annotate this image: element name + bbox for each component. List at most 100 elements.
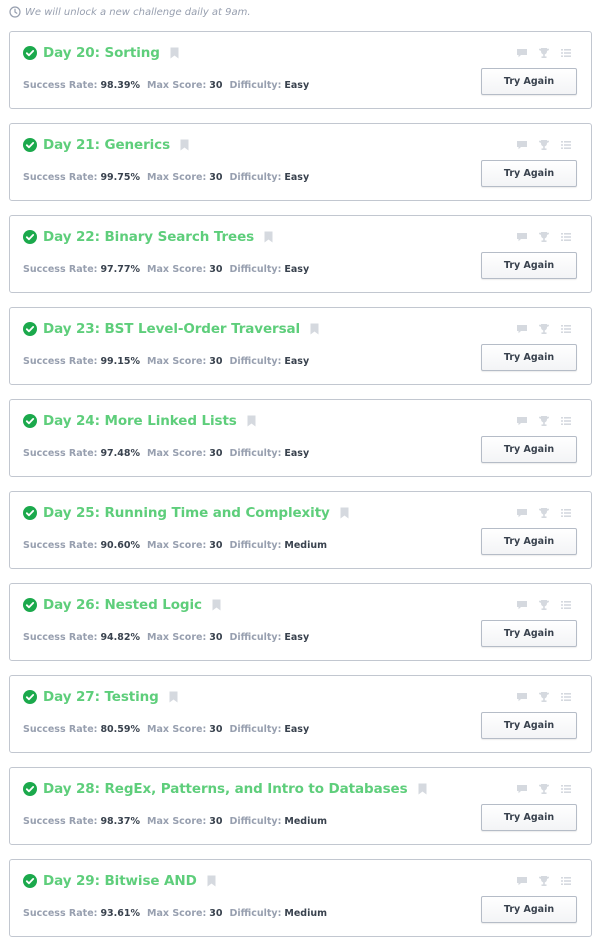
discussion-icon[interactable] <box>516 691 528 703</box>
list-icon[interactable] <box>560 691 572 703</box>
challenge-stats: Success Rate: 98.39% Max Score: 30 Diffi… <box>23 78 316 92</box>
try-again-button[interactable]: Try Again <box>481 436 577 463</box>
bookmark-icon[interactable] <box>169 691 178 703</box>
max-score-label: Max Score: <box>147 723 207 735</box>
trophy-icon[interactable] <box>538 231 550 243</box>
try-again-button[interactable]: Try Again <box>481 68 577 95</box>
challenge-title[interactable]: Day 25: Running Time and Complexity <box>43 505 330 521</box>
difficulty-value: Easy <box>284 79 310 91</box>
success-rate-value: 90.60% <box>100 539 141 551</box>
clock-icon <box>9 6 21 18</box>
discussion-icon[interactable] <box>516 47 528 59</box>
challenge-stats: Success Rate: 99.75% Max Score: 30 Diffi… <box>23 170 316 184</box>
discussion-icon[interactable] <box>516 599 528 611</box>
success-rate-label: Success Rate: <box>23 263 98 275</box>
try-again-button[interactable]: Try Again <box>481 804 577 831</box>
success-rate-value: 80.59% <box>100 723 141 735</box>
challenge-actions <box>516 139 572 151</box>
trophy-icon[interactable] <box>538 139 550 151</box>
challenge-title[interactable]: Day 20: Sorting <box>43 45 160 61</box>
discussion-icon[interactable] <box>516 323 528 335</box>
max-score-value: 30 <box>209 171 223 183</box>
discussion-icon[interactable] <box>516 507 528 519</box>
bookmark-icon[interactable] <box>207 875 216 887</box>
max-score-value: 30 <box>209 631 223 643</box>
bookmark-icon[interactable] <box>247 415 256 427</box>
list-icon[interactable] <box>560 139 572 151</box>
success-rate-value: 98.37% <box>100 815 141 827</box>
discussion-icon[interactable] <box>516 139 528 151</box>
list-icon[interactable] <box>560 875 572 887</box>
difficulty-label: Difficulty: <box>229 815 282 827</box>
list-icon[interactable] <box>560 231 572 243</box>
trophy-icon[interactable] <box>538 599 550 611</box>
max-score-label: Max Score: <box>147 263 207 275</box>
challenge-title-row: Day 20: Sorting <box>23 44 179 62</box>
list-icon[interactable] <box>560 783 572 795</box>
bookmark-icon[interactable] <box>418 783 427 795</box>
difficulty-label: Difficulty: <box>229 355 282 367</box>
discussion-icon[interactable] <box>516 415 528 427</box>
challenge-title[interactable]: Day 21: Generics <box>43 137 170 153</box>
bookmark-icon[interactable] <box>340 507 349 519</box>
difficulty-value: Easy <box>284 171 310 183</box>
solved-check-icon <box>23 874 37 888</box>
discussion-icon[interactable] <box>516 875 528 887</box>
trophy-icon[interactable] <box>538 415 550 427</box>
difficulty-value: Easy <box>284 263 310 275</box>
success-rate-value: 97.48% <box>100 447 141 459</box>
max-score-label: Max Score: <box>147 907 207 919</box>
bookmark-icon[interactable] <box>310 323 319 335</box>
challenge-title[interactable]: Day 28: RegEx, Patterns, and Intro to Da… <box>43 781 408 797</box>
try-again-button[interactable]: Try Again <box>481 528 577 555</box>
challenge-stats: Success Rate: 99.15% Max Score: 30 Diffi… <box>23 354 316 368</box>
bookmark-icon[interactable] <box>180 139 189 151</box>
trophy-icon[interactable] <box>538 783 550 795</box>
list-icon[interactable] <box>560 599 572 611</box>
trophy-icon[interactable] <box>538 691 550 703</box>
bookmark-icon[interactable] <box>170 47 179 59</box>
trophy-icon[interactable] <box>538 507 550 519</box>
challenge-title[interactable]: Day 24: More Linked Lists <box>43 413 237 429</box>
challenge-title[interactable]: Day 27: Testing <box>43 689 159 705</box>
bookmark-icon[interactable] <box>264 231 273 243</box>
challenge-title[interactable]: Day 26: Nested Logic <box>43 597 202 613</box>
challenge-title-row: Day 23: BST Level-Order Traversal <box>23 320 319 338</box>
max-score-label: Max Score: <box>147 447 207 459</box>
challenge-title-row: Day 29: Bitwise AND <box>23 872 216 890</box>
challenge-stats: Success Rate: 97.77% Max Score: 30 Diffi… <box>23 262 316 276</box>
trophy-icon[interactable] <box>538 47 550 59</box>
challenge-card: Day 25: Running Time and Complexity Succ… <box>9 491 592 569</box>
solved-check-icon <box>23 782 37 796</box>
trophy-icon[interactable] <box>538 323 550 335</box>
solved-check-icon <box>23 598 37 612</box>
list-icon[interactable] <box>560 415 572 427</box>
try-again-button[interactable]: Try Again <box>481 252 577 279</box>
solved-check-icon <box>23 322 37 336</box>
success-rate-label: Success Rate: <box>23 355 98 367</box>
list-icon[interactable] <box>560 47 572 59</box>
challenge-title[interactable]: Day 29: Bitwise AND <box>43 873 197 889</box>
challenge-title[interactable]: Day 23: BST Level-Order Traversal <box>43 321 300 337</box>
discussion-icon[interactable] <box>516 231 528 243</box>
bookmark-icon[interactable] <box>212 599 221 611</box>
list-icon[interactable] <box>560 323 572 335</box>
try-again-button[interactable]: Try Again <box>481 712 577 739</box>
trophy-icon[interactable] <box>538 875 550 887</box>
success-rate-label: Success Rate: <box>23 631 98 643</box>
try-again-button[interactable]: Try Again <box>481 344 577 371</box>
challenge-title[interactable]: Day 22: Binary Search Trees <box>43 229 254 245</box>
difficulty-label: Difficulty: <box>229 171 282 183</box>
try-again-button[interactable]: Try Again <box>481 620 577 647</box>
challenge-card: Day 29: Bitwise AND Success Rate: 93.61%… <box>9 859 592 937</box>
try-again-button[interactable]: Try Again <box>481 160 577 187</box>
try-again-button[interactable]: Try Again <box>481 896 577 923</box>
max-score-value: 30 <box>209 723 223 735</box>
difficulty-value: Easy <box>284 447 310 459</box>
difficulty-label: Difficulty: <box>229 723 282 735</box>
difficulty-label: Difficulty: <box>229 907 282 919</box>
discussion-icon[interactable] <box>516 783 528 795</box>
list-icon[interactable] <box>560 507 572 519</box>
unlock-notice: We will unlock a new challenge daily at … <box>9 4 251 20</box>
challenge-stats: Success Rate: 90.60% Max Score: 30 Diffi… <box>23 538 334 552</box>
